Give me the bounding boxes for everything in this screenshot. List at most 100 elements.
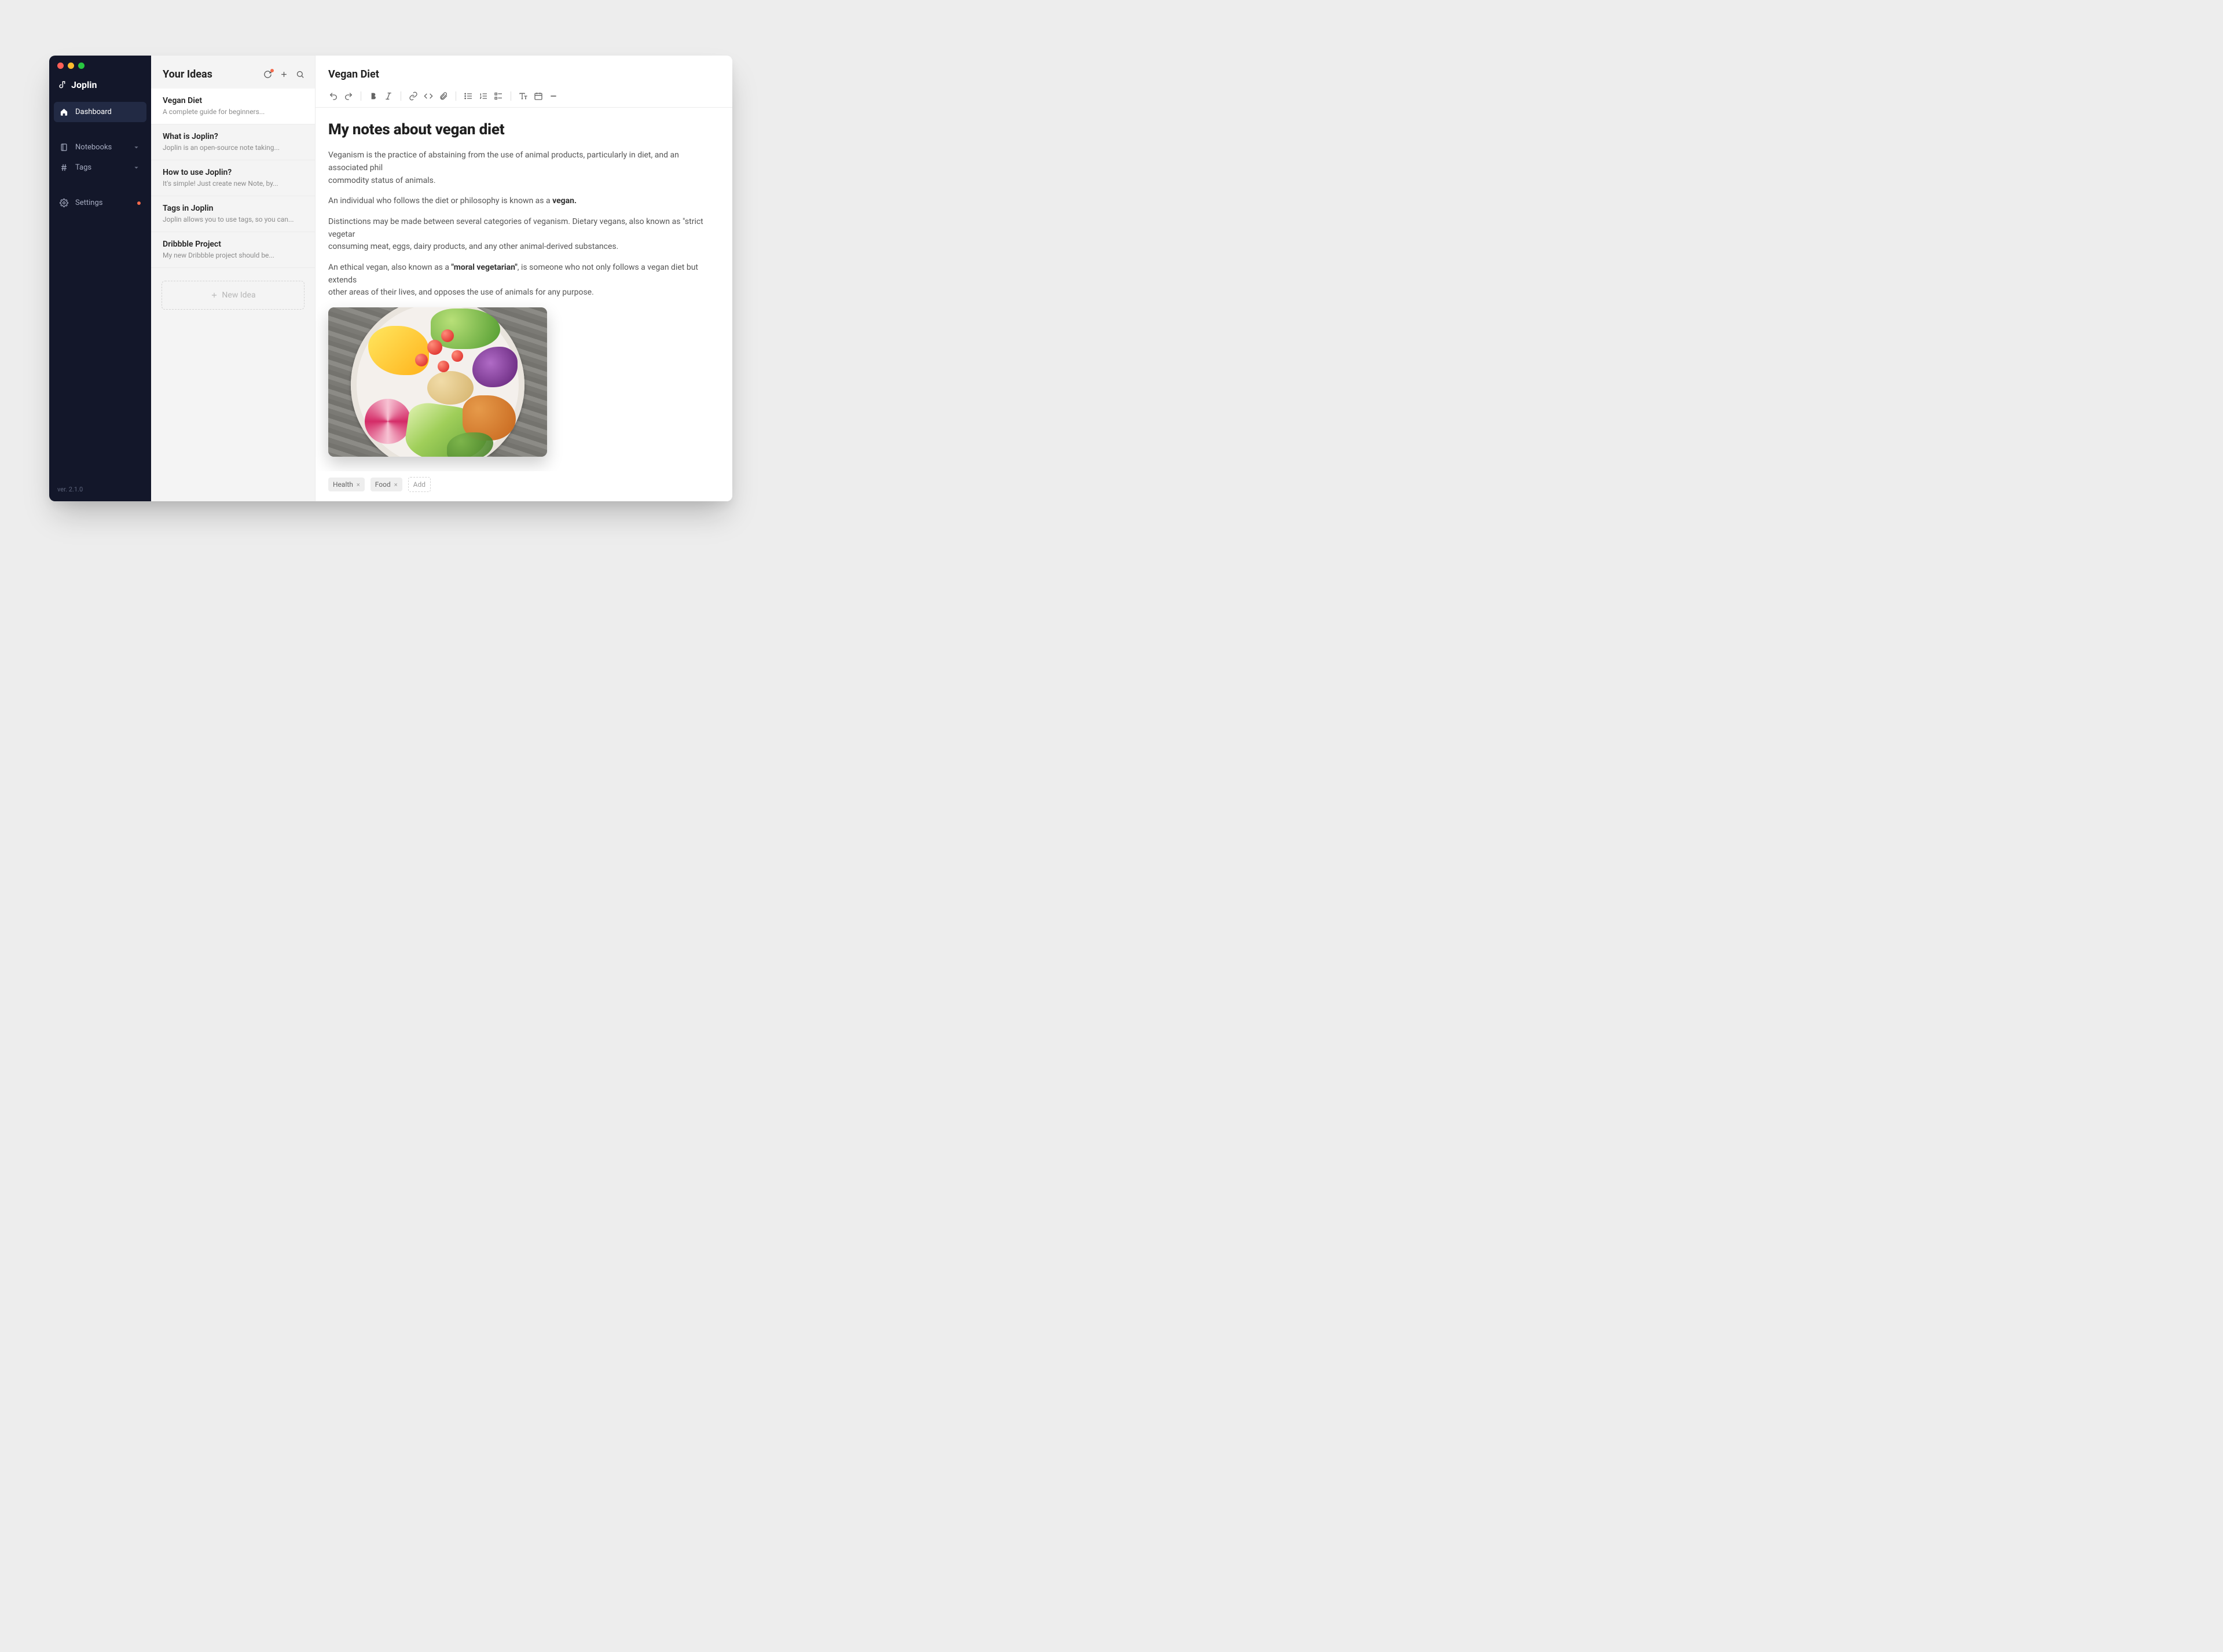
add-tag-label: Add <box>413 480 425 489</box>
code-button[interactable] <box>423 91 434 101</box>
note-item-title: How to use Joplin? <box>163 168 303 177</box>
text-size-icon <box>519 91 528 101</box>
note-item[interactable]: What is Joplin? Joplin is an open-source… <box>151 124 315 160</box>
note-item-title: Dribbble Project <box>163 240 303 249</box>
sidebar: Joplin Dashboard Notebooks Tags <box>49 56 151 501</box>
nav-tertiary: Settings <box>49 193 151 213</box>
minimize-window-button[interactable] <box>68 63 74 69</box>
search-icon <box>296 70 305 79</box>
document-body[interactable]: My notes about vegan diet Veganism is th… <box>316 108 732 471</box>
italic-icon <box>384 91 393 101</box>
nav-item-dashboard[interactable]: Dashboard <box>54 102 146 122</box>
editor-pane: Vegan Diet My notes about vegan diet Veg… <box>316 56 732 501</box>
hash-icon <box>60 163 68 172</box>
gear-icon <box>60 199 68 207</box>
doc-heading: My notes about vegan diet <box>328 118 720 141</box>
bullet-list-button[interactable] <box>463 91 474 101</box>
maximize-window-button[interactable] <box>78 63 85 69</box>
nav-secondary: Notebooks Tags <box>49 137 151 178</box>
tag-label: Health <box>333 480 353 489</box>
app-version: ver. 2.1.0 <box>49 478 151 501</box>
checklist-button[interactable] <box>493 91 504 101</box>
doc-paragraph: An ethical vegan, also known as a "moral… <box>328 262 720 299</box>
app-brand: Joplin <box>49 71 151 102</box>
date-button[interactable] <box>533 91 544 101</box>
search-button[interactable] <box>295 70 305 79</box>
bold-button[interactable] <box>368 91 379 101</box>
note-item-excerpt: It's simple! Just create new Note, by... <box>163 179 303 188</box>
nav-label: Notebooks <box>75 143 112 152</box>
note-item[interactable]: Tags in Joplin Joplin allows you to use … <box>151 196 315 232</box>
notification-dot <box>137 201 141 205</box>
doc-paragraph: Veganism is the practice of abstaining f… <box>328 149 720 187</box>
numbered-list-button[interactable] <box>478 91 489 101</box>
note-item-excerpt: My new Dribbble project should be... <box>163 251 303 259</box>
app-window: Joplin Dashboard Notebooks Tags <box>49 56 732 501</box>
editor-header: Vegan Diet <box>316 56 732 87</box>
note-item-title: What is Joplin? <box>163 132 303 141</box>
note-item[interactable]: Vegan Diet A complete guide for beginner… <box>151 89 315 124</box>
note-item-excerpt: Joplin is an open-source note taking... <box>163 144 303 152</box>
home-icon <box>60 108 68 116</box>
link-icon <box>409 91 418 101</box>
notebook-icon <box>60 143 68 152</box>
notes-header: Your Ideas <box>151 56 315 89</box>
bold-icon <box>369 91 378 101</box>
sync-badge-dot <box>270 69 274 72</box>
undo-button[interactable] <box>328 91 339 101</box>
plus-icon <box>280 70 288 79</box>
text-format-button[interactable] <box>518 91 529 101</box>
close-window-button[interactable] <box>57 63 64 69</box>
notes-column: Your Ideas Vegan Diet A complete guide f… <box>151 56 316 501</box>
note-item-title: Vegan Diet <box>163 96 303 105</box>
new-idea-label: New Idea <box>222 291 255 300</box>
notes-title: Your Ideas <box>163 68 212 80</box>
horizontal-rule-button[interactable] <box>548 91 559 101</box>
tag-label: Food <box>375 480 391 489</box>
add-tag-button[interactable]: Add <box>408 477 431 492</box>
nav-label: Dashboard <box>75 108 112 116</box>
doc-paragraph: Distinctions may be made between several… <box>328 216 720 254</box>
embedded-image <box>328 307 547 457</box>
paperclip-icon <box>439 91 448 101</box>
new-note-button[interactable] <box>279 70 288 79</box>
editor-toolbar <box>316 87 732 108</box>
note-item[interactable]: Dribbble Project My new Dribbble project… <box>151 232 315 268</box>
note-item-excerpt: A complete guide for beginners... <box>163 108 303 116</box>
numbered-list-icon <box>479 91 488 101</box>
tag-remove-button[interactable]: × <box>394 481 398 489</box>
nav-item-settings[interactable]: Settings <box>54 193 146 213</box>
undo-icon <box>329 91 338 101</box>
attachment-button[interactable] <box>438 91 449 101</box>
tag-chip[interactable]: Food × <box>370 478 402 491</box>
nav-label: Settings <box>75 199 102 207</box>
nav-primary: Dashboard <box>49 102 151 122</box>
link-button[interactable] <box>408 91 419 101</box>
tag-chip[interactable]: Health × <box>328 478 365 491</box>
note-title[interactable]: Vegan Diet <box>328 68 720 80</box>
note-item[interactable]: How to use Joplin? It's simple! Just cre… <box>151 160 315 196</box>
code-icon <box>424 91 433 101</box>
tag-remove-button[interactable]: × <box>357 481 360 489</box>
doc-paragraph: An individual who follows the diet or ph… <box>328 195 720 208</box>
note-item-excerpt: Joplin allows you to use tags, so you ca… <box>163 215 303 223</box>
nav-label: Tags <box>75 163 91 172</box>
minus-icon <box>549 91 558 101</box>
nav-item-tags[interactable]: Tags <box>54 157 146 178</box>
calendar-icon <box>534 91 543 101</box>
sync-button[interactable] <box>263 70 272 79</box>
italic-button[interactable] <box>383 91 394 101</box>
redo-button[interactable] <box>343 91 354 101</box>
plus-icon <box>210 291 218 299</box>
checklist-icon <box>494 91 503 101</box>
new-idea-button[interactable]: New Idea <box>162 281 305 310</box>
nav-item-notebooks[interactable]: Notebooks <box>54 137 146 157</box>
chevron-down-icon <box>132 143 141 152</box>
note-item-title: Tags in Joplin <box>163 204 303 213</box>
window-controls <box>49 56 151 71</box>
app-name: Joplin <box>71 79 97 90</box>
redo-icon <box>344 91 353 101</box>
notes-toolbar <box>263 70 305 79</box>
chevron-down-icon <box>132 163 141 172</box>
tag-row: Health × Food × Add <box>316 471 732 501</box>
